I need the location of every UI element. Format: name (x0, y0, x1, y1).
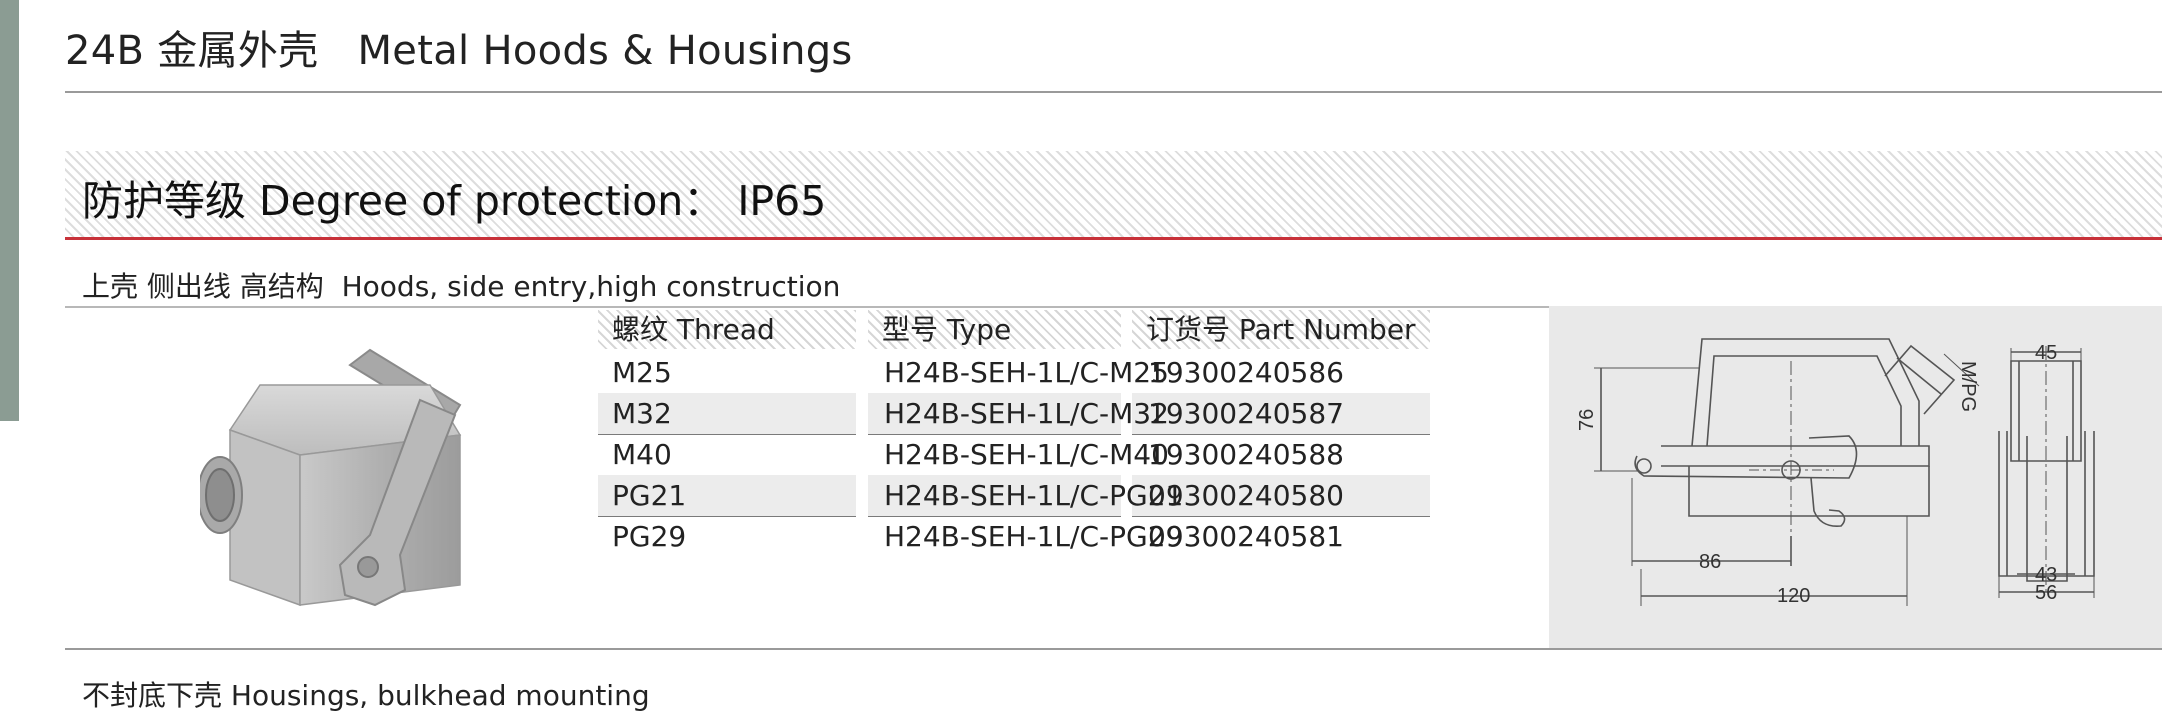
type-column-header: 型号 Type (868, 310, 1121, 349)
table-row: M40 H24B-SEH-1L/C-M40 19300240588 (598, 434, 1533, 476)
type-cell: H24B-SEH-1L/C-M32 (884, 397, 1169, 430)
part-number-cell: 09300240580 (1148, 479, 1344, 512)
type-cell: H24B-SEH-1L/C-M25 (884, 356, 1169, 389)
protection-heading: 防护等级 Degree of protection： IP65 (82, 177, 827, 225)
thread-column-header: 螺纹 Thread (598, 310, 856, 349)
hood-product-image (200, 348, 462, 607)
part-number-cell: 09300240581 (1148, 520, 1344, 553)
part-number-cell: 19300240588 (1148, 438, 1344, 471)
side-accent-bar (0, 0, 19, 421)
protection-red-rule (65, 237, 2162, 240)
thread-cell: M32 (612, 397, 672, 430)
type-cell: H24B-SEH-1L/C-PG29 (884, 520, 1184, 553)
hoods-section-title: 上壳 侧出线 高结构 Hoods, side entry,high constr… (82, 270, 841, 303)
page-title: 24B 金属外壳 Metal Hoods & Housings (65, 28, 853, 74)
thread-cell: M40 (612, 438, 672, 471)
dim-mpg-label: M/PG (1957, 361, 1979, 412)
dimension-drawing: 76 86 120 M/PG 45 43 56 (1576, 338, 2095, 607)
dim-76-label: 76 (1576, 409, 1598, 431)
thread-cell: PG29 (612, 520, 687, 553)
part-number-cell: 19300240586 (1148, 356, 1344, 389)
thread-cell: PG21 (612, 479, 687, 512)
section-divider (65, 648, 2162, 650)
type-cell: H24B-SEH-1L/C-PG21 (884, 479, 1184, 512)
dim-120-label: 120 (1777, 585, 1810, 607)
title-divider (65, 91, 2162, 93)
table-row: PG21 H24B-SEH-1L/C-PG21 09300240580 (598, 475, 1533, 517)
dim-86-label: 86 (1699, 551, 1721, 573)
dim-56-label: 56 (2035, 582, 2057, 604)
table-row: M25 H24B-SEH-1L/C-M25 19300240586 (598, 352, 1533, 394)
dimension-drawing-panel: 76 86 120 M/PG 45 43 56 (1549, 306, 2162, 649)
table-row: PG29 H24B-SEH-1L/C-PG29 09300240581 (598, 516, 1533, 557)
table-row: M32 H24B-SEH-1L/C-M32 19300240587 (598, 393, 1533, 435)
part-number-column-header: 订货号 Part Number (1132, 310, 1430, 349)
part-number-cell: 19300240587 (1148, 397, 1344, 430)
thread-cell: M25 (612, 356, 672, 389)
type-cell: H24B-SEH-1L/C-M40 (884, 438, 1169, 471)
dim-45-label: 45 (2035, 342, 2057, 364)
bulkhead-section-title: 不封底下壳 Housings, bulkhead mounting (82, 679, 650, 712)
